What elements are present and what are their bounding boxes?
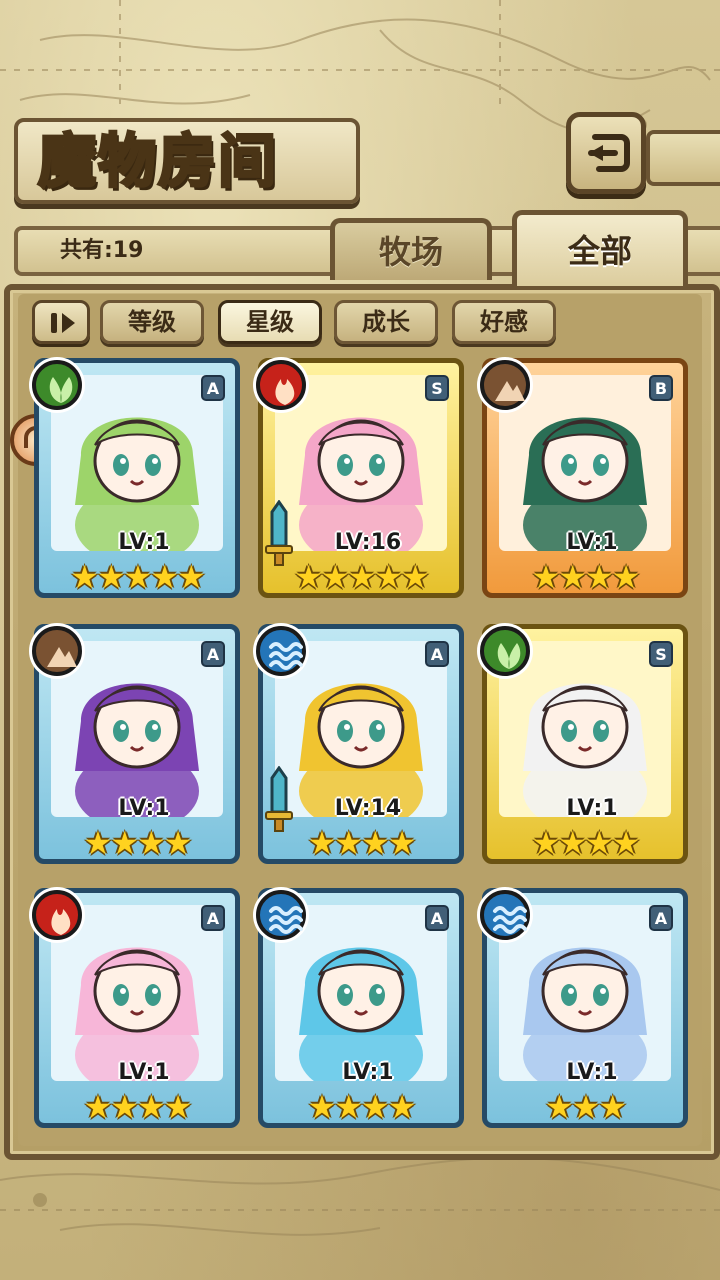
rank-badge: A [425,641,449,667]
pause-sort-icon [51,313,75,333]
monster-level: LV:1 [566,530,618,555]
grass-element-icon [32,360,82,410]
star-rating: ★★★★ [531,824,641,862]
monster-count: 共有:19 [60,238,144,263]
monster-level: LV:1 [118,796,170,821]
earth-element-icon [480,360,530,410]
sword-equip-icon [262,499,296,570]
back-button[interactable] [566,112,646,194]
sort-growth-button[interactable]: 成长 [334,300,438,344]
sword-equip-icon [262,765,296,836]
tab-ranch[interactable]: 牧场 [330,218,492,280]
rank-badge: S [425,375,449,401]
sort-affection-button[interactable]: 好感 [452,300,556,344]
fire-element-icon [32,890,82,940]
page-title: 魔物房间 [37,126,279,197]
star-rating: ★★★★ [83,1088,193,1126]
monster-level: LV:1 [342,1060,394,1085]
rank-badge: A [649,905,673,931]
rank-badge: S [649,641,673,667]
rank-badge: A [201,641,225,667]
star-rating: ★★★★★ [70,558,205,596]
monster-level: LV:1 [566,796,618,821]
tab-all[interactable]: 全部 [512,210,688,286]
rank-badge: B [649,375,673,401]
monster-level: LV:16 [334,530,402,555]
grass-element-icon [480,626,530,676]
monster-level: LV:1 [118,1060,170,1085]
rank-badge: A [201,375,225,401]
monster-level: LV:1 [566,1060,618,1085]
water-element-icon [480,890,530,940]
fire-element-icon [256,360,306,410]
rank-badge: A [201,905,225,931]
earth-element-icon [32,626,82,676]
sort-star-button[interactable]: 星级 [218,300,322,344]
star-rating: ★★★★ [531,558,641,596]
star-rating: ★★★★ [307,1088,417,1126]
monster-level: LV:1 [118,530,170,555]
back-rail [646,130,720,186]
water-element-icon [256,626,306,676]
back-arrow-icon [588,134,630,172]
star-rating: ★★★★ [83,824,193,862]
rank-badge: A [425,905,449,931]
monster-level: LV:14 [334,796,402,821]
water-element-icon [256,890,306,940]
sort-level-button[interactable]: 等级 [100,300,204,344]
sort-toggle-button[interactable] [32,300,90,344]
star-rating: ★★★ [544,1088,627,1126]
